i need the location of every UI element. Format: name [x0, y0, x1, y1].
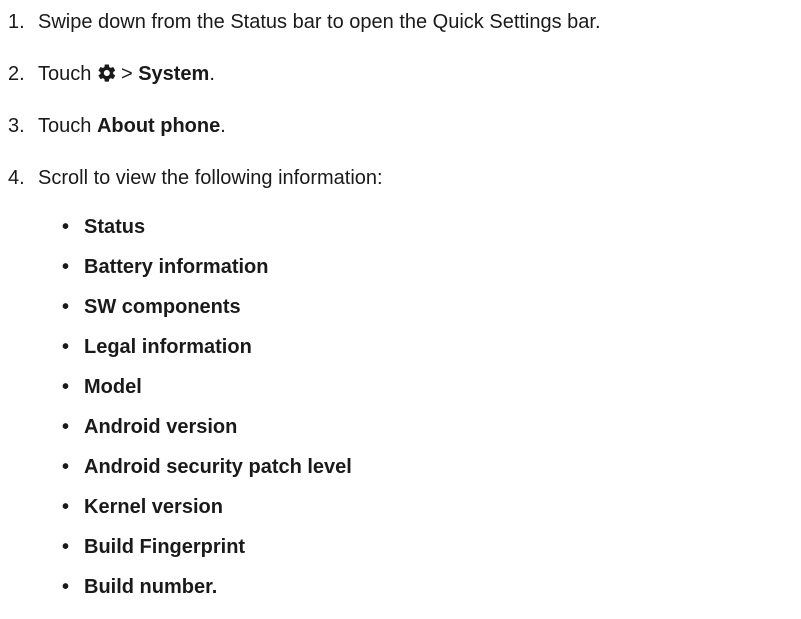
bullet: • [62, 416, 70, 438]
bullet: • [62, 496, 70, 518]
step-suffix: . [220, 115, 226, 137]
step-4: 4. Scroll to view the following informati… [8, 166, 383, 190]
bullet: • [62, 536, 70, 558]
step-number: 4. [8, 167, 25, 189]
step-number: 2. [8, 63, 25, 85]
gear-icon [97, 63, 117, 83]
list-item: • Model [62, 374, 352, 400]
list-item-label: Kernel version [84, 496, 223, 518]
list-item-label: Legal information [84, 336, 252, 358]
info-list: • Status • Battery information • SW compone… [62, 214, 352, 614]
step-separator: > [120, 63, 133, 85]
instructions-document: 1. Swipe down from the Status bar to open… [0, 0, 801, 619]
bullet: • [62, 216, 70, 238]
list-item: • Android security patch level [62, 454, 352, 480]
list-item-label: Android version [84, 416, 238, 438]
bullet: • [62, 296, 70, 318]
step-prefix: Touch [38, 115, 92, 137]
list-item-label: Status [84, 216, 146, 238]
step-target: About phone [96, 115, 221, 137]
list-item-label: Android security patch level [84, 456, 352, 478]
list-item: • Legal information [62, 334, 352, 360]
list-item: • SW components [62, 294, 352, 320]
list-item: • Battery information [62, 254, 352, 280]
list-item-label: Model [84, 376, 142, 398]
list-item-label: SW components [84, 296, 241, 318]
list-item-label: Battery information [84, 256, 269, 278]
list-item-label: Build number. [84, 576, 218, 598]
step-2: 2. Touch > System. [8, 62, 215, 86]
step-text: Scroll to view the following information… [38, 167, 383, 189]
step-number: 1. [8, 11, 25, 33]
list-item: • Status [62, 214, 352, 240]
step-number: 3. [8, 115, 25, 137]
step-target: System [138, 63, 210, 85]
list-item: • Build Fingerprint [62, 534, 352, 560]
list-item-label: Build Fingerprint [84, 536, 246, 558]
bullet: • [62, 256, 70, 278]
step-suffix: . [209, 63, 215, 85]
step-text: Swipe down from the Status bar to open t… [38, 11, 601, 33]
bullet: • [62, 336, 70, 358]
list-item: • Kernel version [62, 494, 352, 520]
bullet: • [62, 376, 70, 398]
step-3: 3. Touch About phone. [8, 114, 226, 138]
step-prefix: Touch [38, 63, 92, 85]
list-item: • Android version [62, 414, 352, 440]
bullet: • [62, 456, 70, 478]
step-1: 1. Swipe down from the Status bar to open… [8, 10, 601, 34]
list-item: • Build number. [62, 574, 352, 600]
bullet: • [62, 576, 70, 598]
